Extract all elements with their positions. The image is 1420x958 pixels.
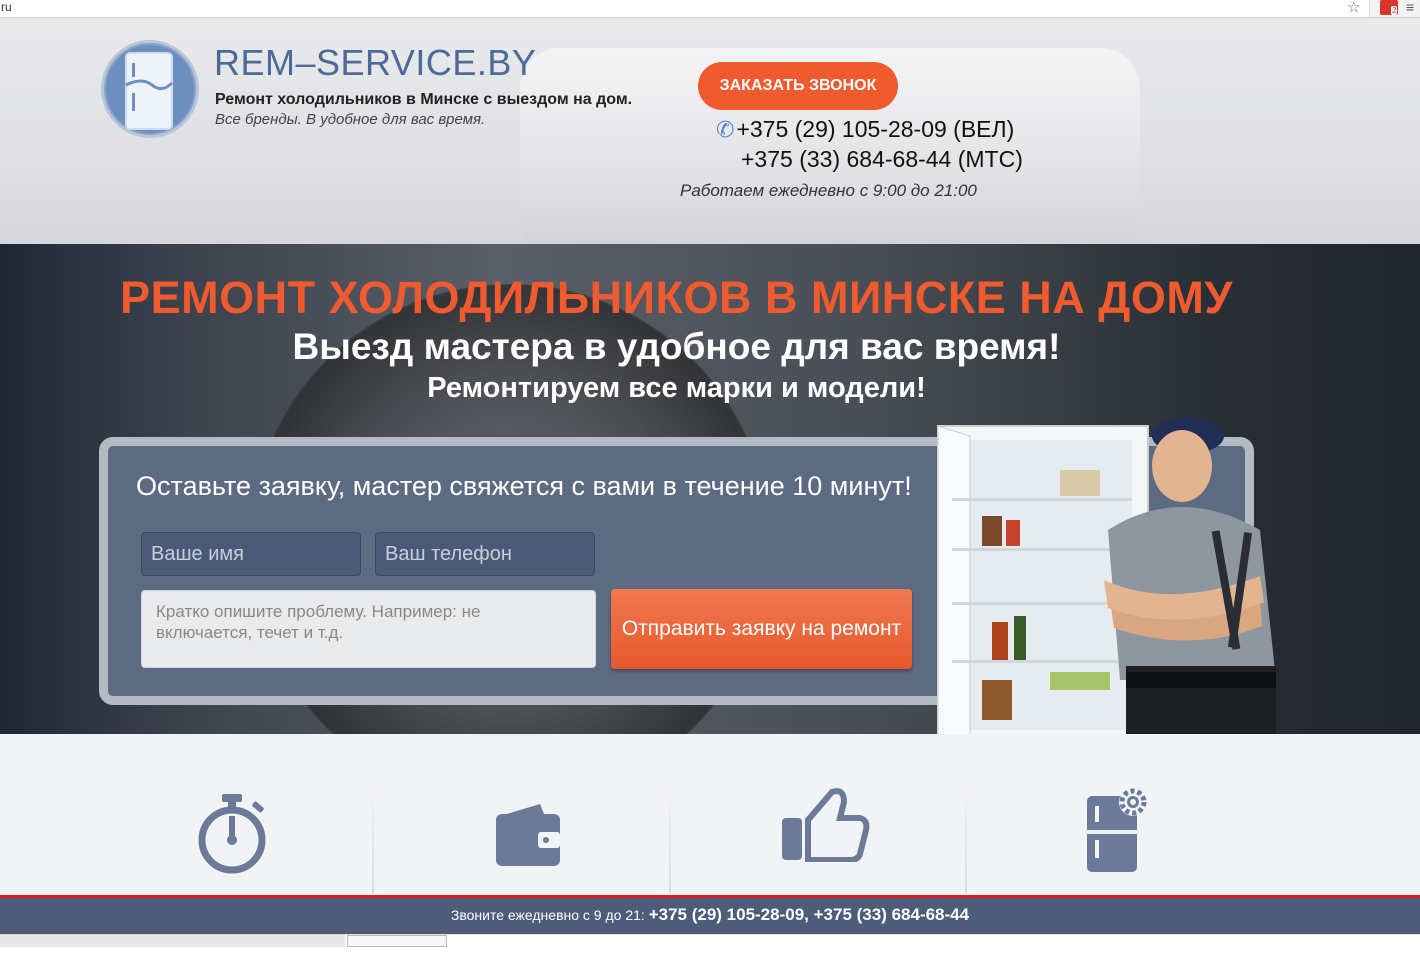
fridge-gear-icon [1087,788,1147,872]
brand-name[interactable]: REM–SERVICE.BY [214,42,536,84]
wallet-icon [496,804,560,866]
footer-prefix: Звоните ежедневно с 9 до 21: [450,907,649,923]
address-bar[interactable]: ru [0,0,1370,17]
phone-velcom-text: +375 (29) 105-28-09 (ВЕЛ) [736,116,1015,142]
phone-input[interactable]: Ваш телефон [375,532,595,576]
logo-fridge-icon[interactable] [101,40,199,138]
form-title: Оставьте заявку, мастер свяжется с вами … [136,471,912,501]
browser-status-bar [0,934,1420,958]
star-icon[interactable]: ☆ [1347,0,1360,15]
name-input[interactable]: Ваше имя [141,532,361,576]
status-field [347,935,447,947]
extension-badge: 2 [1391,6,1398,15]
hero-title: РЕМОНТ ХОЛОДИЛЬНИКОВ В МИНСКЕ НА ДОМУ [120,272,1233,323]
stopwatch-icon [198,794,266,874]
page: ru ☆ 2 ≡ REM–SERVICE.BY Ремонт холодильн… [0,0,1420,958]
status-text [0,935,345,947]
submit-request-button[interactable]: Отправить заявку на ремонт [611,589,912,669]
tagline: Ремонт холодильников в Минске с выездом … [215,91,633,108]
thumbs-up-icon [782,788,870,862]
phone-icon: ✆ [716,117,735,142]
hero-subtitle: Выезд мастера в удобное для вас время! [292,326,1061,367]
feature-divider [965,790,967,894]
menu-icon[interactable]: ≡ [1406,0,1414,14]
working-hours: Работаем ежедневно с 9:00 до 21:00 [680,181,977,200]
problem-textarea[interactable]: Кратко опишите проблему. Например: не вк… [141,590,596,668]
feature-divider [372,790,374,894]
subtagline: Все бренды. В удобное для вас время. [215,111,486,128]
order-call-button[interactable]: ЗАКАЗАТЬ ЗВОНОК [698,62,898,110]
browser-toolbar: ru ☆ 2 ≡ [0,0,1420,18]
phone-mts[interactable]: +375 (33) 684-68-44 (МТС) [741,146,1023,173]
footer-phones[interactable]: +375 (29) 105-28-09, +375 (33) 684-68-44 [649,905,969,924]
feature-divider [669,790,671,894]
footer-bar: Звоните ежедневно с 9 до 21: +375 (29) 1… [0,898,1420,934]
site-header [0,18,1420,244]
repairman-fridge-illustration [937,418,1276,746]
fridge-logo-icon [125,52,174,130]
phone-velcom[interactable]: ✆+375 (29) 105-28-09 (ВЕЛ) [716,116,1014,143]
